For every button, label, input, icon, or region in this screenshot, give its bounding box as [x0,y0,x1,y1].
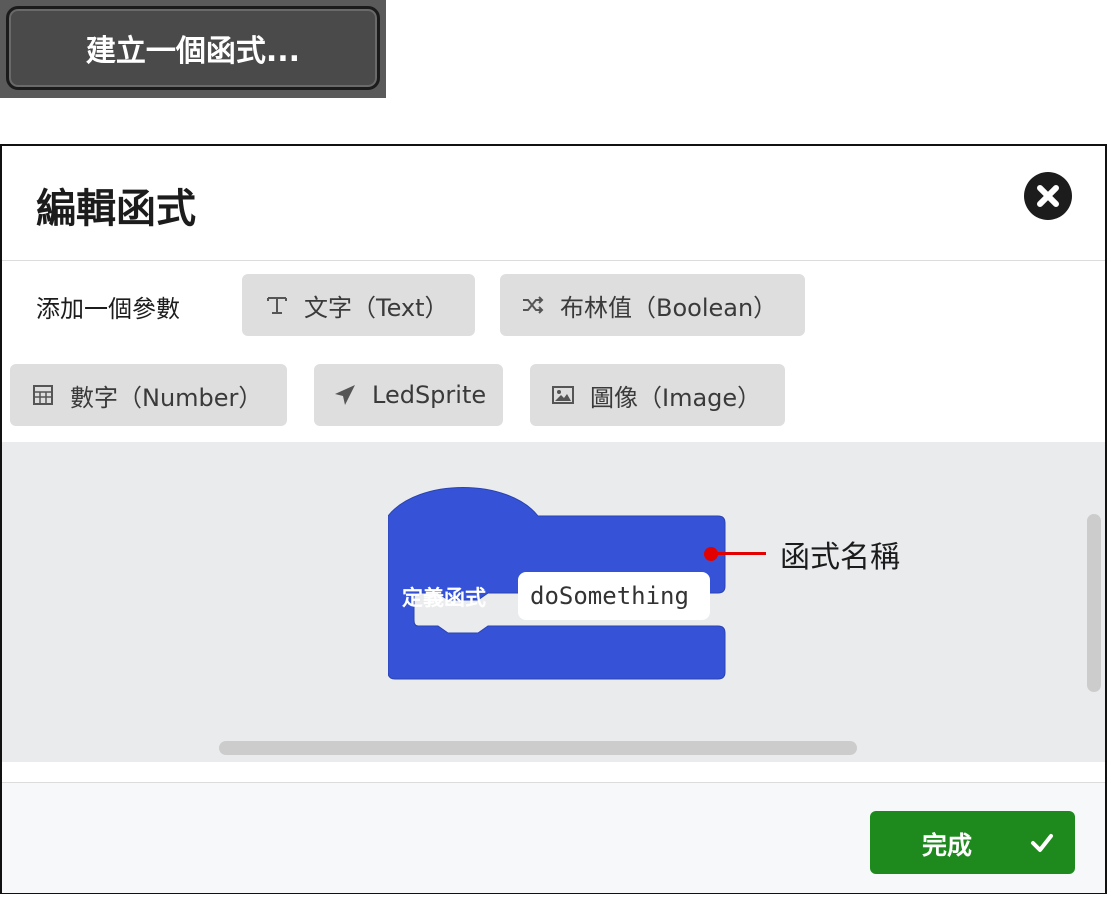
function-name-annotation: 函式名稱 [780,540,900,575]
add-parameter-label: 添加一個參數 [36,295,180,323]
dialog-title: 編輯函式 [36,186,196,232]
image-parameter-label: 圖像（Image） [590,383,762,412]
close-icon [1037,185,1059,207]
dialog-header: 編輯函式 [2,146,1105,261]
add-ledsprite-parameter-button[interactable]: LedSprite [314,364,503,426]
boolean-parameter-label: 布林值（Boolean） [560,293,778,322]
text-parameter-label: 文字（Text） [304,293,449,322]
add-number-parameter-button[interactable]: 數字（Number） [10,364,287,426]
define-function-block[interactable]: 定義函式 doSomething [387,486,728,690]
annotation-line [716,552,766,555]
checkmark-icon [1030,831,1054,860]
add-boolean-parameter-button[interactable]: 布林值（Boolean） [500,274,805,336]
make-function-button[interactable]: 建立一個函式... [6,6,380,90]
edit-function-dialog: 編輯函式 添加一個參數 文字（Text） 布林值（Boolean） 數字（Num… [0,144,1107,894]
number-parameter-label: 數字（Number） [70,383,263,412]
dialog-footer: 完成 [2,782,1105,893]
add-image-parameter-button[interactable]: 圖像（Image） [530,364,785,426]
define-function-label: 定義函式 [402,586,486,610]
close-button[interactable] [1024,172,1072,220]
make-function-button-container: 建立一個函式... [0,0,386,98]
horizontal-scrollbar[interactable] [219,741,857,755]
function-name-field[interactable]: doSomething [518,572,710,620]
done-button[interactable]: 完成 [870,811,1075,874]
vertical-scrollbar[interactable] [1087,514,1101,692]
calculator-icon [32,384,54,406]
image-icon [552,384,574,406]
shuffle-icon [522,294,544,316]
block-workspace[interactable]: 定義函式 doSomething [2,442,1105,762]
done-button-label: 完成 [922,831,973,860]
text-icon [266,294,288,316]
paper-plane-icon [334,384,356,406]
add-text-parameter-button[interactable]: 文字（Text） [242,274,475,336]
ledsprite-parameter-label: LedSprite [372,381,487,409]
